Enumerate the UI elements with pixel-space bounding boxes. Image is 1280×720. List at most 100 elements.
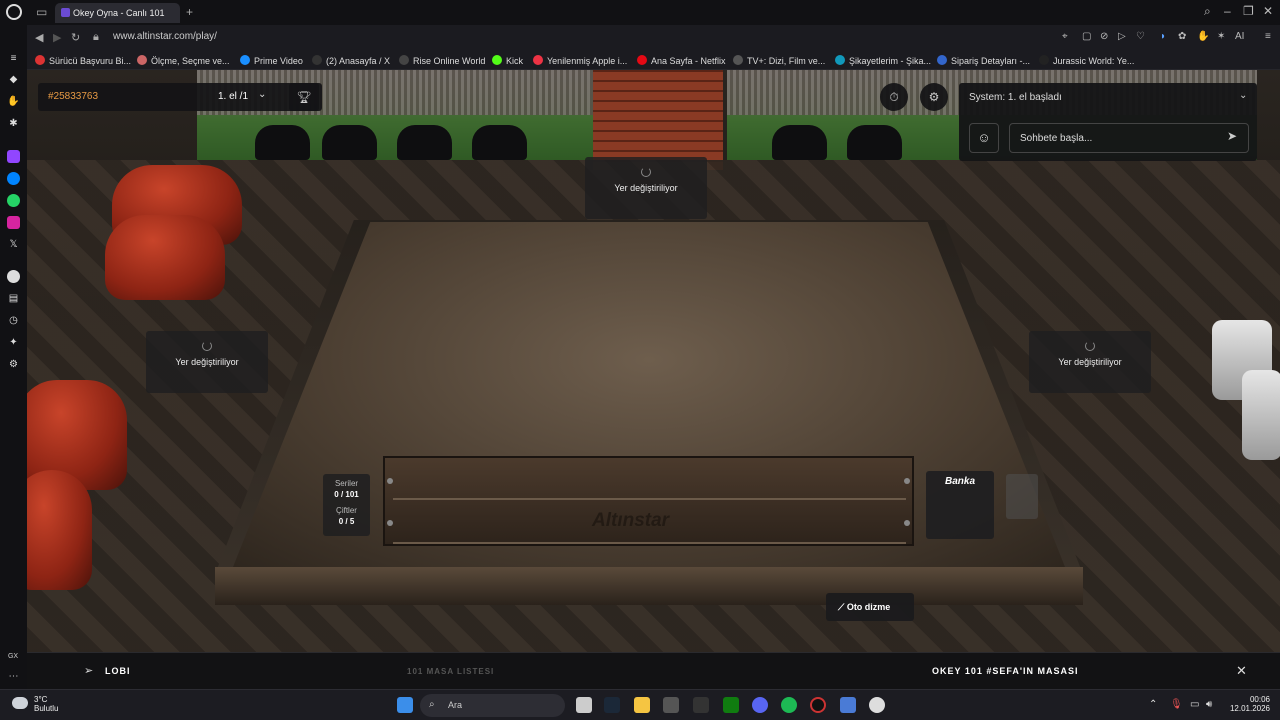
- chevron-down-icon[interactable]: ⌄: [258, 89, 266, 100]
- bookmark-item[interactable]: Ölçme, Seçme ve...: [137, 55, 230, 66]
- close-window-icon[interactable]: ✕: [1263, 4, 1273, 18]
- send-icon[interactable]: ➤: [1227, 129, 1237, 143]
- sidebar-gx-icon[interactable]: ◆: [7, 73, 20, 86]
- vpn-icon[interactable]: ◗: [1160, 31, 1166, 42]
- sidebar-hand-icon[interactable]: ✋: [7, 95, 20, 108]
- extension-icon-2[interactable]: ✋: [1197, 31, 1209, 42]
- player-icon[interactable]: ▷: [1118, 31, 1126, 42]
- tray-chevron-icon[interactable]: ⌃: [1149, 699, 1157, 710]
- bookmark-item[interactable]: Rise Online World: [399, 55, 485, 66]
- bookmark-item[interactable]: Kick: [492, 55, 523, 66]
- sidebar-more-icon[interactable]: ⋯: [7, 670, 20, 683]
- table-name: OKEY 101 #SEFA'IN MASASI: [932, 666, 1079, 676]
- snapshot-icon[interactable]: ▢: [1082, 31, 1091, 42]
- stadium-seat: [472, 125, 527, 160]
- volume-icon[interactable]: 🔊︎: [1206, 699, 1212, 710]
- bookmark-favicon-icon: [240, 55, 250, 65]
- history-icon[interactable]: ◷: [7, 314, 20, 327]
- discard-slot[interactable]: [1006, 474, 1038, 519]
- bookmark-item[interactable]: Sürücü Başvuru Bi...: [35, 55, 131, 66]
- bookmark-item[interactable]: TV+: Dizi, Film ve...: [733, 55, 825, 66]
- store-icon[interactable]: [663, 697, 679, 713]
- news-icon[interactable]: ▤: [7, 292, 20, 305]
- microphone-icon[interactable]: 🎙︎: [1170, 699, 1183, 710]
- loading-spinner-icon: [641, 167, 651, 177]
- sidebar-home-icon[interactable]: ≡: [7, 52, 20, 65]
- bookmark-label: Prime Video: [254, 56, 303, 66]
- address-bar: ◀ ▶ ↻ 🔒︎ www.altinstar.com/play/ ⌖ ▢ ⊘ ▷…: [27, 25, 1280, 50]
- app-icon[interactable]: [840, 697, 856, 713]
- rack-pin: [387, 478, 393, 484]
- emoji-button[interactable]: ☺: [969, 123, 999, 153]
- bookmark-favicon-icon: [637, 55, 647, 65]
- table-list-tab[interactable]: 101 MASA LISTESI: [407, 667, 494, 676]
- minimize-icon[interactable]: –: [1224, 4, 1231, 18]
- chat-input[interactable]: [1009, 123, 1249, 153]
- bookmark-item[interactable]: Sipariş Detayları -...: [937, 55, 1030, 66]
- whatsapp-icon[interactable]: [7, 194, 20, 207]
- new-tab-button[interactable]: +: [186, 5, 193, 19]
- bookmark-item[interactable]: Şikayetlerim - Şika...: [835, 55, 931, 66]
- seat-right[interactable]: Yer değiştiriliyor: [1029, 331, 1151, 393]
- instagram-icon[interactable]: [7, 216, 20, 229]
- spotify-taskbar-icon[interactable]: [781, 697, 797, 713]
- maximize-icon[interactable]: ❐: [1243, 4, 1254, 18]
- search-tabs-icon[interactable]: ⌕: [1204, 4, 1211, 19]
- task-view-icon[interactable]: [576, 697, 592, 713]
- bookmark-label: Sürücü Başvuru Bi...: [49, 56, 132, 66]
- opera-gx-taskbar-icon[interactable]: [810, 697, 826, 713]
- pin-icon[interactable]: ⌖: [1062, 31, 1068, 42]
- extensions-icon[interactable]: ✦: [7, 336, 20, 349]
- messenger-icon[interactable]: [7, 172, 20, 185]
- file-explorer-icon[interactable]: [634, 697, 650, 713]
- extension-icon-1[interactable]: ✿: [1178, 31, 1186, 42]
- trophy-button[interactable]: 🏆︎: [289, 83, 319, 111]
- extension-icon-3[interactable]: ✶: [1217, 31, 1225, 42]
- bookmark-item[interactable]: (2) Anasayfa / X: [312, 55, 390, 66]
- aria-ai-label[interactable]: AI: [1235, 31, 1244, 42]
- bank-tile-pile[interactable]: Banka: [926, 471, 994, 539]
- adblock-icon[interactable]: ⊘: [1100, 31, 1108, 42]
- seat-left[interactable]: Yer değiştiriliyor: [146, 331, 268, 393]
- opera-menu-icon[interactable]: [6, 4, 22, 20]
- sidebar-ai-icon[interactable]: ✱: [7, 117, 20, 130]
- settings-icon[interactable]: ⚙: [7, 358, 20, 371]
- taskbar-search[interactable]: ⌕ Ara: [420, 694, 565, 717]
- x-twitter-icon[interactable]: 𝕏: [7, 238, 20, 251]
- epic-games-icon[interactable]: [693, 697, 709, 713]
- bookmark-item[interactable]: Jurassic World: Ye...: [1039, 55, 1134, 66]
- heart-icon[interactable]: ♡: [1136, 31, 1145, 42]
- seat-top[interactable]: Yer değiştiriliyor: [585, 157, 707, 219]
- start-icon[interactable]: [397, 697, 413, 713]
- url-field[interactable]: www.altinstar.com/play/: [113, 31, 217, 42]
- back-icon[interactable]: ◀: [35, 31, 43, 44]
- network-icon[interactable]: ▭: [1190, 699, 1199, 710]
- app-icon-2[interactable]: [869, 697, 885, 713]
- bookmark-item[interactable]: Yenilenmiş Apple i...: [533, 55, 627, 66]
- spotify-icon[interactable]: [7, 270, 20, 283]
- bookmark-item[interactable]: Ana Sayfa - Netflix: [637, 55, 726, 66]
- chat-collapse-chevron-icon[interactable]: ⌄: [1239, 90, 1247, 101]
- tile-rack[interactable]: [383, 456, 914, 546]
- reload-icon[interactable]: ↻: [71, 31, 80, 44]
- bookmark-item[interactable]: Prime Video: [240, 55, 303, 66]
- menu-icon[interactable]: ≡: [1265, 31, 1271, 42]
- clock[interactable]: 00:06 12.01.2026: [1225, 695, 1270, 713]
- bookmark-favicon-icon: [937, 55, 947, 65]
- xbox-icon[interactable]: [723, 697, 739, 713]
- auto-sort-button[interactable]: ⟋ Oto dizme: [826, 593, 914, 621]
- discord-icon[interactable]: [752, 697, 768, 713]
- gear-icon: ⚙: [928, 90, 940, 104]
- browser-tab-strip: ▭ Okey Oyna - Canlı 101 + ⌕ – ❐ ✕: [0, 0, 1280, 25]
- steam-icon[interactable]: [604, 697, 620, 713]
- timer-button[interactable]: ⏱︎: [880, 83, 908, 111]
- tab-active[interactable]: Okey Oyna - Canlı 101: [55, 3, 180, 23]
- game-settings-button[interactable]: ⚙: [920, 83, 948, 111]
- weather-widget[interactable]: 3°C Bulutlu: [34, 695, 58, 713]
- bookmark-label: Jurassic World: Ye...: [1053, 56, 1135, 66]
- twitch-icon[interactable]: [7, 150, 20, 163]
- lobby-button[interactable]: LOBI: [105, 666, 131, 676]
- tab-list-icon[interactable]: ▭: [36, 5, 47, 19]
- forward-icon[interactable]: ▶: [53, 31, 61, 44]
- close-table-icon[interactable]: ✕: [1236, 663, 1247, 679]
